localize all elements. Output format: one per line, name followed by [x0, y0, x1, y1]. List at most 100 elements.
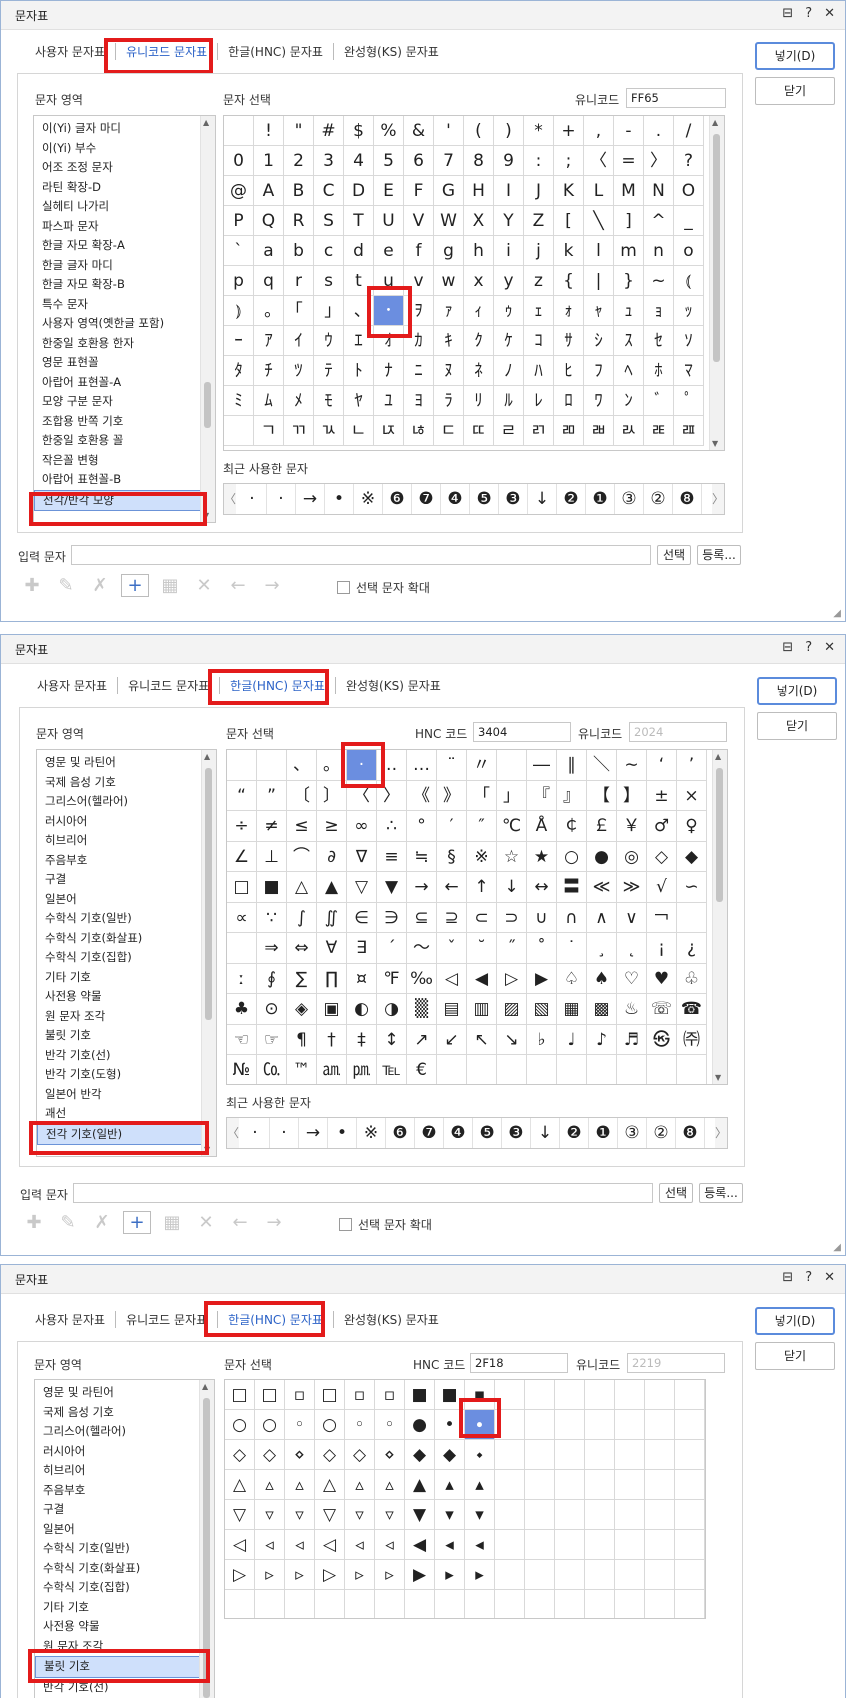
recent-char[interactable]: →: [299, 1118, 328, 1148]
char-cell[interactable]: ﾤ: [344, 416, 374, 446]
char-cell[interactable]: 8: [464, 146, 494, 176]
char-cell[interactable]: ▿: [375, 1500, 405, 1530]
char-cell[interactable]: ､: [344, 296, 374, 326]
char-cell[interactable]: ▒: [407, 994, 437, 1025]
char-cell[interactable]: X: [464, 206, 494, 236]
char-cell[interactable]: @: [224, 176, 254, 206]
char-cell[interactable]: □: [255, 1380, 285, 1410]
char-cell[interactable]: ≤: [287, 811, 317, 842]
char-cell[interactable]: [587, 1055, 617, 1084]
char-cell[interactable]: [675, 1440, 705, 1470]
char-cell[interactable]: ﾎ: [644, 356, 674, 386]
char-cell[interactable]: ￢: [647, 902, 677, 933]
char-cell[interactable]: [675, 1470, 705, 1500]
char-cell[interactable]: ｿ: [674, 326, 704, 356]
char-cell[interactable]: ▩: [587, 994, 617, 1025]
char-cell[interactable]: ﾞ: [644, 386, 674, 416]
char-cell[interactable]: ˛: [617, 933, 647, 964]
char-cell[interactable]: [467, 1055, 497, 1084]
char-cell[interactable]: L: [584, 176, 614, 206]
char-cell[interactable]: ◂: [465, 1530, 495, 1560]
tab-ks[interactable]: 완성형(KS) 문자표: [334, 677, 451, 694]
char-cell[interactable]: ◁: [225, 1530, 255, 1560]
char-cell[interactable]: s: [314, 266, 344, 296]
char-cell[interactable]: [225, 1590, 255, 1618]
char-cell[interactable]: H: [464, 176, 494, 206]
char-cell[interactable]: ◇: [315, 1440, 345, 1470]
char-cell[interactable]: ♤: [557, 963, 587, 994]
char-cell[interactable]: ﾜ: [584, 386, 614, 416]
char-cell[interactable]: ▷: [225, 1560, 255, 1590]
char-cell[interactable]: ⇒: [257, 933, 287, 964]
char-cell[interactable]: ･: [374, 296, 404, 326]
area-list-item[interactable]: 주음부호: [35, 1481, 200, 1501]
area-list-item[interactable]: 사전용 약물: [37, 987, 202, 1007]
area-list-item[interactable]: 전각 기호(일반): [37, 1123, 202, 1145]
char-cell[interactable]: ‥: [377, 750, 407, 781]
char-cell[interactable]: ﾃ: [314, 356, 344, 386]
char-cell[interactable]: ▹: [285, 1560, 315, 1590]
char-cell[interactable]: ': [434, 116, 464, 146]
area-list-item[interactable]: 반각 기호(도형): [37, 1065, 202, 1085]
char-cell[interactable]: ﾉ: [494, 356, 524, 386]
char-cell[interactable]: ○: [315, 1410, 345, 1440]
char-cell[interactable]: ■: [435, 1380, 465, 1410]
char-cell[interactable]: 7: [434, 146, 464, 176]
char-cell[interactable]: ⋄: [375, 1440, 405, 1470]
tab-ks[interactable]: 완성형(KS) 문자표: [332, 1311, 449, 1328]
char-cell[interactable]: ∽: [677, 872, 707, 903]
char-cell[interactable]: [525, 1590, 555, 1618]
char-cell[interactable]: ｸ: [464, 326, 494, 356]
char-cell[interactable]: ▹: [375, 1560, 405, 1590]
char-cell[interactable]: [557, 1055, 587, 1084]
area-list-item[interactable]: 수학식 기호(화살표): [37, 929, 202, 949]
char-cell[interactable]: U: [374, 206, 404, 236]
char-cell[interactable]: ｽ: [614, 326, 644, 356]
char-cell[interactable]: ▲: [317, 872, 347, 903]
char-cell[interactable]: ﾩ: [494, 416, 524, 446]
char-cell[interactable]: ∝: [227, 902, 257, 933]
char-cell[interactable]: ◑: [377, 994, 407, 1025]
recent-char[interactable]: ②: [647, 1118, 676, 1148]
char-cell[interactable]: ▴: [465, 1470, 495, 1500]
char-cell[interactable]: ╲: [584, 206, 614, 236]
char-cell[interactable]: y: [494, 266, 524, 296]
char-cell[interactable]: □: [315, 1380, 345, 1410]
recent-char[interactable]: ❺: [473, 1118, 502, 1148]
char-cell[interactable]: ▵: [345, 1470, 375, 1500]
char-cell[interactable]: [645, 1410, 675, 1440]
area-list-item[interactable]: 사전용 약물: [35, 1617, 200, 1637]
char-cell[interactable]: 2: [284, 146, 314, 176]
char-cell[interactable]: ▵: [375, 1470, 405, 1500]
char-cell[interactable]: [585, 1560, 615, 1590]
char-cell[interactable]: [645, 1470, 675, 1500]
char-cell[interactable]: ～: [407, 933, 437, 964]
char-cell[interactable]: Å: [527, 811, 557, 842]
area-list-item[interactable]: 반각 기호(선): [35, 1678, 200, 1698]
char-cell[interactable]: ≒: [407, 841, 437, 872]
char-cell[interactable]: [525, 1410, 555, 1440]
table-icon[interactable]: ▦: [153, 575, 187, 596]
area-list-item[interactable]: 러시아어: [37, 812, 202, 832]
char-cell[interactable]: o: [674, 236, 704, 266]
char-cell[interactable]: ｧ: [434, 296, 464, 326]
close-icon[interactable]: ✕: [824, 640, 835, 655]
char-cell[interactable]: [555, 1380, 585, 1410]
char-cell[interactable]: ♡: [617, 963, 647, 994]
char-cell[interactable]: ℉: [377, 963, 407, 994]
char-cell[interactable]: 〉: [644, 146, 674, 176]
char-cell[interactable]: ●: [405, 1410, 435, 1440]
recent-char[interactable]: ※: [357, 1118, 386, 1148]
char-cell[interactable]: ⦅: [674, 266, 704, 296]
right-arrow-icon[interactable]: →: [255, 575, 289, 596]
char-cell[interactable]: [495, 1440, 525, 1470]
char-cell[interactable]: 〓: [557, 872, 587, 903]
char-cell[interactable]: S: [314, 206, 344, 236]
char-cell[interactable]: K: [554, 176, 584, 206]
char-cell[interactable]: 6: [404, 146, 434, 176]
char-cell[interactable]: ↕: [377, 1024, 407, 1055]
char-cell[interactable]: m: [614, 236, 644, 266]
add-char-icon[interactable]: ✚: [15, 575, 49, 596]
char-cell[interactable]: (: [464, 116, 494, 146]
char-cell[interactable]: x: [464, 266, 494, 296]
